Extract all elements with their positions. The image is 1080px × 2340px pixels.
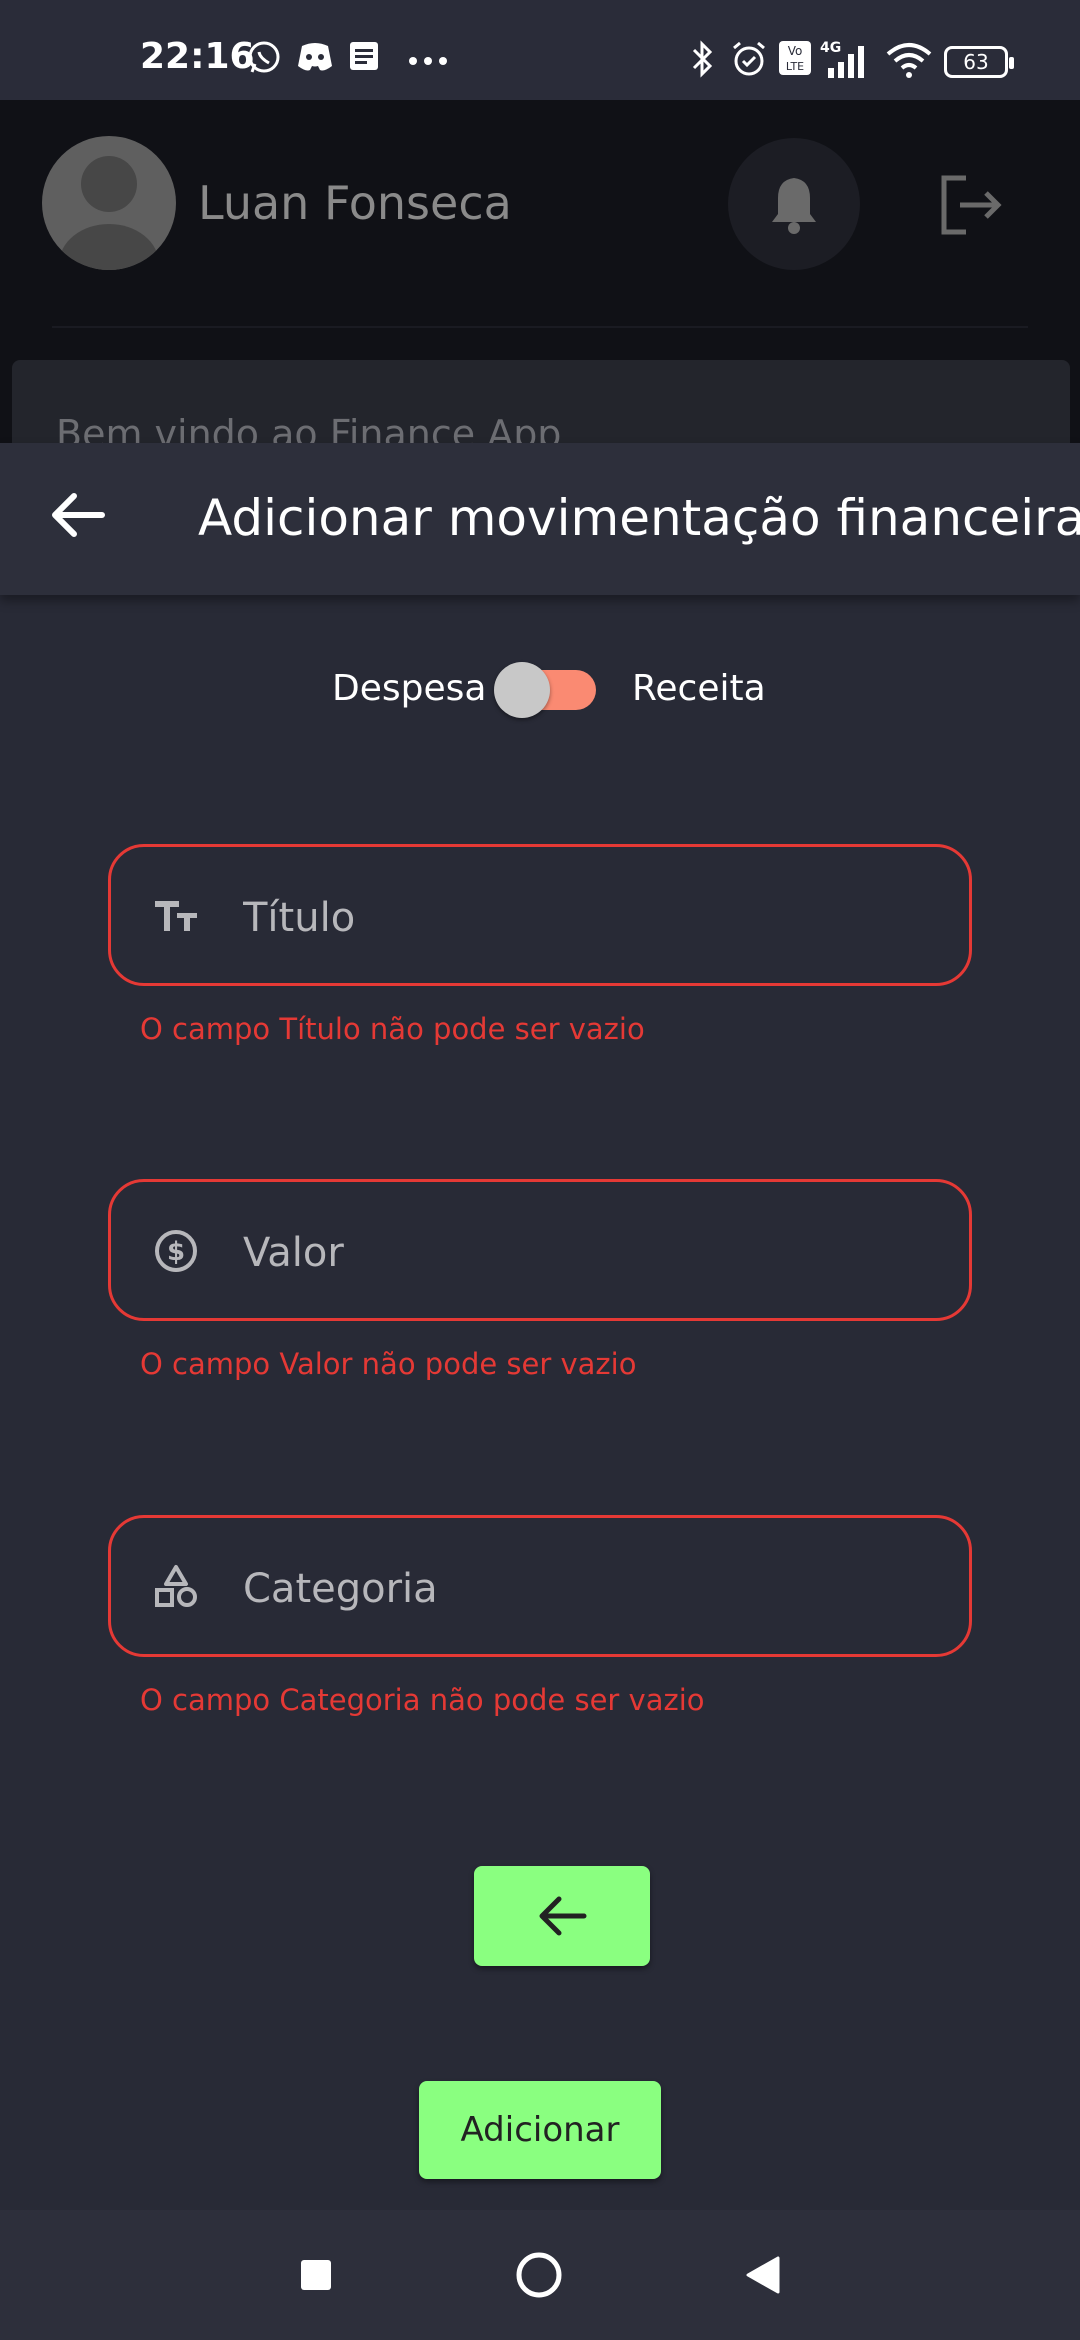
dollar-circle-icon: $ xyxy=(155,1230,197,1272)
avatar-body xyxy=(59,224,159,270)
divider xyxy=(52,326,1028,328)
category-field[interactable] xyxy=(108,1515,972,1657)
value-error: O campo Valor não pode ser vazio xyxy=(140,1347,637,1381)
4g-signal-icon: 4G xyxy=(820,40,864,78)
news-icon xyxy=(350,42,378,70)
add-button[interactable]: Adicionar xyxy=(419,2081,661,2179)
wifi-icon xyxy=(886,43,932,78)
bell-icon xyxy=(772,178,816,234)
title-field[interactable] xyxy=(108,844,972,986)
recent-apps-icon[interactable] xyxy=(301,2260,331,2290)
back-icon[interactable] xyxy=(742,2254,782,2296)
back-button[interactable] xyxy=(474,1866,650,1966)
avatar-head xyxy=(81,156,137,212)
arrow-left-icon xyxy=(539,1896,587,1936)
category-error: O campo Categoria não pode ser vazio xyxy=(140,1683,705,1717)
system-nav-bar xyxy=(0,2210,1080,2340)
volte-icon: Vo LTE xyxy=(779,41,811,75)
logout-icon[interactable] xyxy=(936,170,1006,240)
status-bar: 22:16 Vo LTE 4G 63 xyxy=(0,0,1080,100)
modal-title: Adicionar movimentação financeira xyxy=(198,489,1080,547)
svg-text:LTE: LTE xyxy=(786,60,804,73)
value-field[interactable]: $ xyxy=(108,1179,972,1321)
text-format-icon xyxy=(155,901,197,931)
toggle-label-receita: Receita xyxy=(632,668,766,709)
avatar xyxy=(42,136,176,270)
whatsapp-icon xyxy=(248,41,280,73)
title-error: O campo Título não pode ser vazio xyxy=(140,1012,645,1046)
toggle-label-despesa: Despesa xyxy=(332,668,487,709)
value-input[interactable] xyxy=(241,1212,945,1294)
alarm-icon xyxy=(733,41,765,76)
battery-level: 63 xyxy=(963,50,989,74)
battery-icon: 63 xyxy=(944,46,1014,78)
title-input[interactable] xyxy=(241,877,945,959)
svg-text:$: $ xyxy=(167,1237,185,1267)
bluetooth-icon xyxy=(692,40,713,78)
discord-icon xyxy=(298,43,332,71)
home-icon[interactable] xyxy=(514,2250,564,2300)
user-name: Luan Fonseca xyxy=(198,176,512,230)
back-arrow-icon[interactable] xyxy=(46,483,110,547)
modal-header: Adicionar movimentação financeira xyxy=(0,443,1080,595)
toggle-thumb[interactable] xyxy=(494,662,550,718)
notifications-button[interactable] xyxy=(728,138,860,270)
more-dots-icon xyxy=(409,57,447,65)
svg-text:Vo: Vo xyxy=(788,44,803,58)
svg-text:4G: 4G xyxy=(820,40,841,56)
shapes-icon xyxy=(155,1565,197,1607)
status-time: 22:16 xyxy=(140,36,255,77)
category-input[interactable] xyxy=(241,1548,945,1630)
